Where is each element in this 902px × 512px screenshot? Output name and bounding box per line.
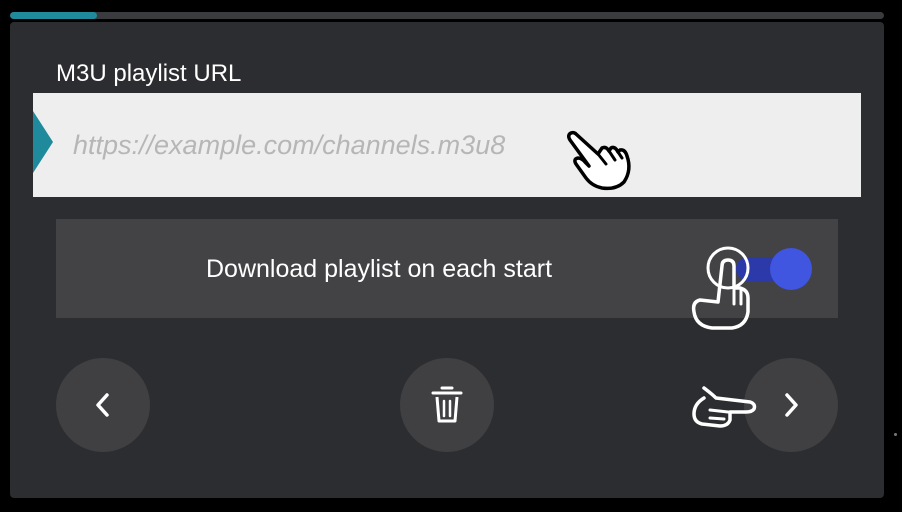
next-button[interactable] — [744, 358, 838, 452]
progress-bar — [10, 12, 884, 19]
hand-tap-icon — [691, 246, 750, 330]
playlist-url-input[interactable] — [73, 119, 833, 171]
delete-button[interactable] — [400, 358, 494, 452]
download-on-start-label: Download playlist on each start — [206, 255, 553, 283]
progress-fill — [10, 12, 98, 19]
hand-point-right-icon — [692, 386, 757, 428]
url-field-label: M3U playlist URL — [56, 60, 242, 87]
chevron-right-icon — [785, 393, 798, 417]
back-button[interactable] — [56, 358, 150, 452]
trash-icon — [431, 386, 463, 423]
hand-pointer-icon — [566, 130, 631, 191]
url-input-container[interactable] — [33, 93, 861, 197]
toggle-knob — [770, 248, 812, 290]
chevron-left-icon — [96, 393, 109, 417]
edge-dot — [894, 433, 897, 436]
focus-marker-icon — [33, 111, 53, 173]
